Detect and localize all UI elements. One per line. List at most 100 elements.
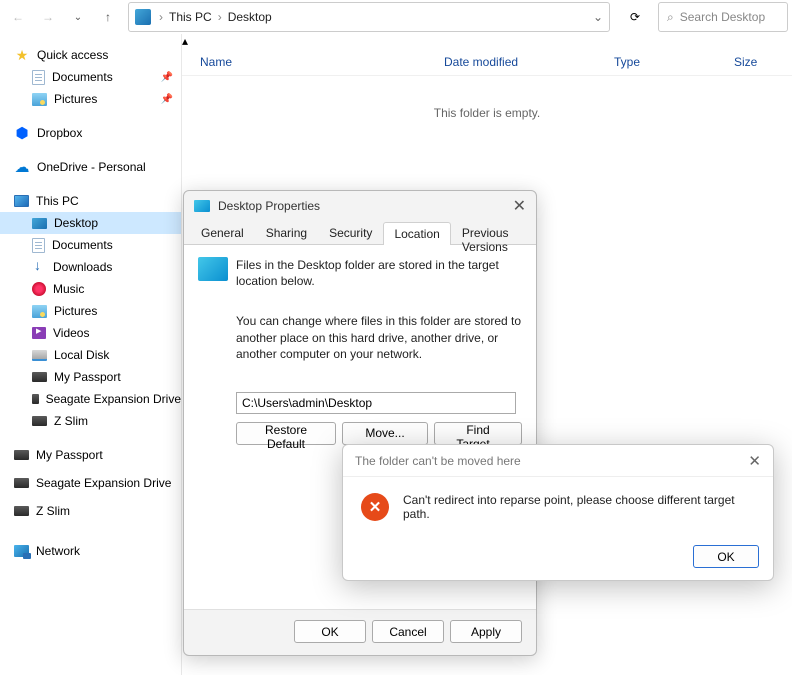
sidebar-item-desktop[interactable]: Desktop — [0, 212, 181, 234]
tab-sharing[interactable]: Sharing — [255, 221, 318, 244]
sidebar-onedrive[interactable]: OneDrive - Personal — [0, 156, 181, 178]
tab-security[interactable]: Security — [318, 221, 383, 244]
music-icon — [32, 282, 46, 296]
sidebar-item-documents[interactable]: Documents 📌 — [0, 66, 181, 88]
error-icon: ✕ — [361, 493, 389, 521]
column-header-name[interactable]: Name — [200, 55, 444, 69]
drive-icon — [32, 416, 47, 426]
sidebar-item-label: Network — [36, 544, 80, 558]
dialog-footer: OK Cancel Apply — [184, 609, 536, 653]
sidebar-item-music[interactable]: Music — [0, 278, 181, 300]
sidebar-item-label: Music — [53, 282, 84, 296]
nav-recent-button[interactable]: ⌄ — [64, 3, 92, 31]
restore-default-button[interactable]: Restore Default — [236, 422, 336, 445]
search-placeholder: Search Desktop — [680, 10, 765, 24]
location-path-input[interactable] — [236, 392, 516, 414]
drive-icon — [32, 394, 39, 404]
refresh-button[interactable]: ⟳ — [618, 2, 652, 32]
sidebar-item-my-passport[interactable]: My Passport — [0, 366, 181, 388]
sidebar-item-label: Desktop — [54, 216, 98, 230]
star-icon — [14, 47, 30, 63]
video-icon — [32, 327, 46, 339]
sidebar-item-pictures[interactable]: Pictures — [0, 300, 181, 322]
pin-icon: 📌 — [161, 72, 173, 83]
sidebar-dropbox[interactable]: Dropbox — [0, 122, 181, 144]
desktop-large-icon — [198, 257, 228, 281]
sidebar-item-label: Pictures — [54, 92, 97, 106]
column-headers: Name Date modified Type Size — [182, 48, 792, 76]
sidebar-item-label: Dropbox — [37, 126, 82, 140]
dialog-title: Desktop Properties — [218, 199, 320, 213]
sidebar-item-label: Z Slim — [54, 414, 88, 428]
sidebar-item-videos[interactable]: Videos — [0, 322, 181, 344]
sidebar-item-label: Pictures — [54, 304, 97, 318]
sidebar-item-z-slim[interactable]: Z Slim — [0, 410, 181, 432]
cancel-button[interactable]: Cancel — [372, 620, 444, 643]
breadcrumb-item[interactable]: This PC — [165, 10, 216, 24]
error-ok-button[interactable]: OK — [693, 545, 759, 568]
sidebar-item-label: My Passport — [54, 370, 121, 384]
toolbar: ← → ⌄ ↑ › This PC › Desktop ⌄ ⟳ ⌕ Search… — [0, 0, 792, 34]
sidebar-drive-my-passport[interactable]: My Passport — [0, 444, 181, 466]
dialog-titlebar: Desktop Properties ✕ — [184, 191, 536, 221]
breadcrumb-item[interactable]: Desktop — [224, 10, 276, 24]
nav-forward-button[interactable]: → — [34, 3, 62, 31]
column-header-size[interactable]: Size — [734, 55, 792, 69]
chevron-down-icon[interactable]: ⌄ — [593, 10, 603, 24]
sidebar-network[interactable]: Network — [0, 540, 181, 562]
close-button[interactable]: ✕ — [513, 196, 526, 216]
sidebar-this-pc[interactable]: This PC — [0, 190, 181, 212]
error-title: The folder can't be moved here — [355, 454, 521, 468]
sidebar-item-label: Seagate Expansion Drive — [46, 392, 181, 406]
drive-icon — [14, 478, 29, 488]
sidebar-drive-seagate-expansion-drive[interactable]: Seagate Expansion Drive — [0, 472, 181, 494]
sidebar-drive-z-slim[interactable]: Z Slim — [0, 500, 181, 522]
sidebar-item-seagate-expansion-drive[interactable]: Seagate Expansion Drive — [0, 388, 181, 410]
sidebar-item-pictures[interactable]: Pictures📌 — [0, 88, 181, 110]
find-target-button[interactable]: Find Target... — [434, 422, 522, 445]
error-titlebar: The folder can't be moved here ✕ — [343, 445, 773, 477]
sidebar-item-local-disk[interactable]: Local Disk — [0, 344, 181, 366]
drive-icon — [32, 372, 47, 382]
network-icon — [14, 545, 29, 557]
column-header-type[interactable]: Type — [614, 55, 734, 69]
pictures-icon — [32, 93, 47, 106]
address-bar[interactable]: › This PC › Desktop ⌄ — [128, 2, 610, 32]
sidebar-item-label: Videos — [53, 326, 89, 340]
drive-icon — [14, 506, 29, 516]
desktop-icon — [194, 200, 210, 212]
error-dialog: The folder can't be moved here ✕ ✕ Can't… — [342, 444, 774, 581]
documents-icon — [32, 70, 45, 85]
sidebar-item-label: Documents — [52, 238, 113, 252]
sidebar-item-downloads[interactable]: Downloads — [0, 256, 181, 278]
properties-dialog: Desktop Properties ✕ GeneralSharingSecur… — [183, 190, 537, 656]
sort-indicator-icon: ▴ — [182, 34, 188, 48]
sidebar-item-label: Documents — [52, 70, 113, 84]
desktop-icon — [32, 218, 47, 229]
dropbox-icon — [14, 125, 30, 141]
tab-previous-versions[interactable]: Previous Versions — [451, 221, 536, 244]
drive-icon — [14, 450, 29, 460]
sidebar-item-label: This PC — [36, 194, 79, 208]
sidebar-quick-access[interactable]: Quick access — [0, 44, 181, 66]
close-button[interactable]: ✕ — [748, 452, 761, 470]
sidebar-item-documents[interactable]: Documents — [0, 234, 181, 256]
chevron-right-icon: › — [216, 10, 224, 24]
apply-button[interactable]: Apply — [450, 620, 522, 643]
search-icon: ⌕ — [667, 10, 674, 25]
ok-button[interactable]: OK — [294, 620, 366, 643]
pic-icon — [32, 305, 47, 318]
search-input[interactable]: ⌕ Search Desktop — [658, 2, 788, 32]
tab-location[interactable]: Location — [383, 222, 450, 245]
nav-up-button[interactable]: ↑ — [94, 3, 122, 31]
pc-icon — [14, 195, 29, 207]
tab-general[interactable]: General — [190, 221, 255, 244]
column-header-date[interactable]: Date modified — [444, 55, 614, 69]
download-icon — [32, 260, 46, 274]
disk-icon — [32, 350, 47, 361]
sidebar-item-label: Quick access — [37, 48, 108, 62]
move-button[interactable]: Move... — [342, 422, 428, 445]
doc-icon — [32, 238, 45, 253]
sidebar-item-label: My Passport — [36, 448, 103, 462]
nav-back-button[interactable]: ← — [4, 3, 32, 31]
